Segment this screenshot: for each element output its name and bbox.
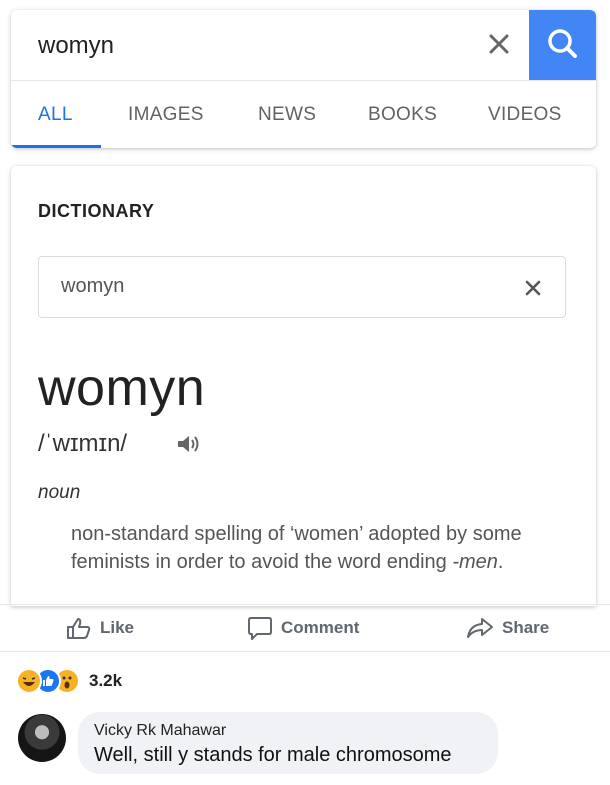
tab-books[interactable]: BOOKS [368,104,437,126]
share-label: Share [502,618,550,637]
tab-videos[interactable]: VIDEOS [488,104,562,126]
comment-button[interactable]: Comment [247,615,359,641]
dictionary-card: DICTIONARY womyn womyn /ˈwɪmɪn/ noun non… [11,166,596,606]
comment: Vicky Rk Mahawar Well, still y stands fo… [18,712,608,776]
thumbs-up-icon [67,618,91,639]
haha-icon [16,668,42,694]
dictionary-heading: DICTIONARY [38,201,155,221]
reaction-count: 3.2k [89,671,123,690]
definition: non-standard spelling of ‘women’ adopted… [71,520,581,576]
search-tabs: ALL IMAGES NEWS BOOKS VIDEOS [11,80,596,148]
comment-text: Well, still y stands for male chromosome [94,744,452,766]
like-label: Like [100,618,135,637]
comment-bubble: Vicky Rk Mahawar Well, still y stands fo… [78,712,498,774]
comment-author[interactable]: Vicky Rk Mahawar [94,722,226,740]
tab-all[interactable]: ALL [38,104,73,126]
share-button[interactable]: Share [466,615,549,641]
search-card: womyn ALL IMAGES NEWS BOOKS VIDEOS [11,10,596,148]
search-bar: womyn [11,10,596,81]
search-input[interactable]: womyn [38,32,114,60]
dictionary-search-field[interactable]: womyn [38,256,566,318]
close-icon[interactable] [521,276,545,300]
part-of-speech: noun [38,482,81,503]
search-icon [548,29,577,58]
definition-suffix: -men [452,551,498,573]
search-button[interactable] [529,10,596,80]
like-button[interactable]: Like [66,615,134,641]
avatar[interactable] [18,714,66,762]
post-actions: Like Comment Share [0,604,610,652]
comment-label: Comment [281,618,360,637]
headword: womyn [38,359,206,417]
share-arrow-icon [467,618,493,638]
tab-images[interactable]: IMAGES [128,104,204,126]
dictionary-search-value: womyn [61,275,125,297]
speaker-icon[interactable] [176,432,202,456]
pronunciation: /ˈwɪmɪn/ [38,430,128,457]
reaction-summary[interactable]: 3.2k [16,668,123,694]
definition-period: . [497,551,504,573]
active-tab-indicator [11,145,101,148]
tab-news[interactable]: NEWS [258,104,316,126]
speech-bubble-icon [248,617,272,640]
clear-search-icon[interactable] [481,26,517,62]
